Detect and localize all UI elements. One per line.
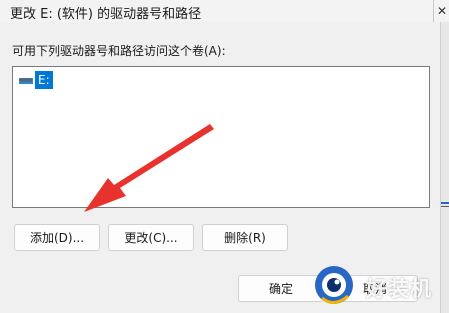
watermark-text: 好装机 [366,277,432,301]
